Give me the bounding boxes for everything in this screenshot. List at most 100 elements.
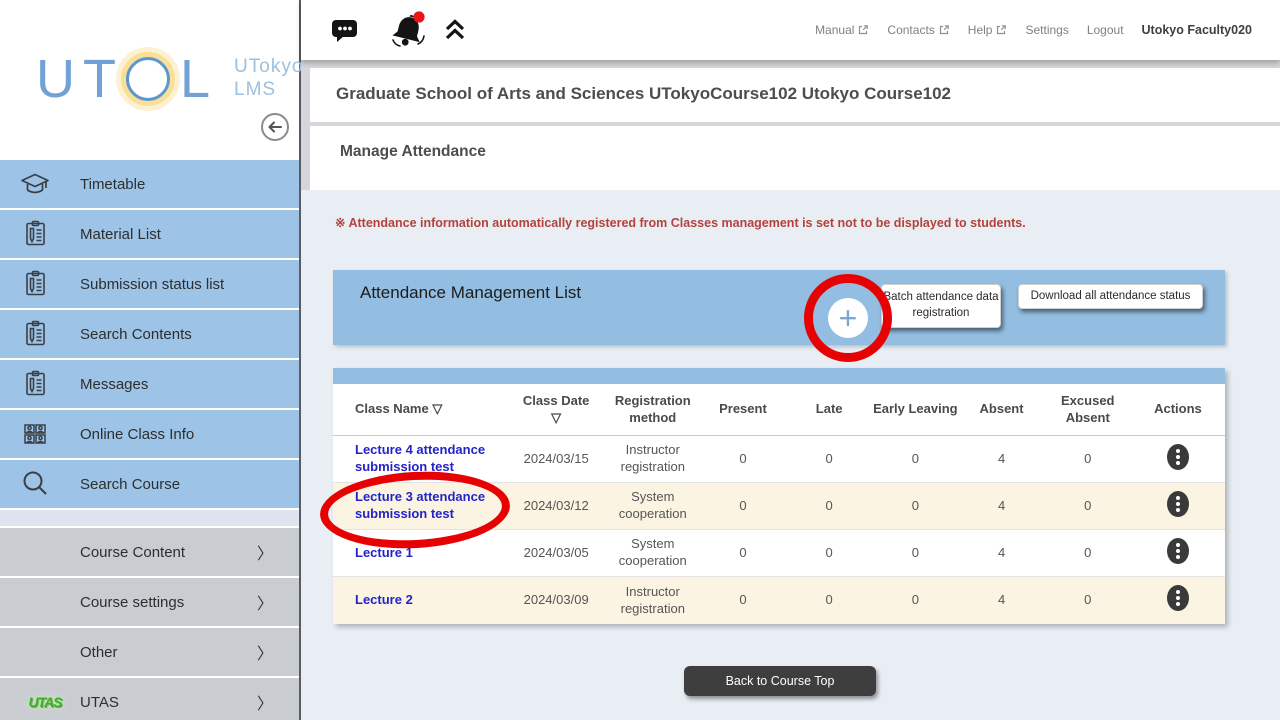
late-cell: 0 bbox=[786, 451, 872, 468]
logo-letter-l: L bbox=[180, 48, 218, 110]
sidebar-item-label: UTAS bbox=[80, 694, 119, 711]
download-attendance-button[interactable]: Download all attendance status bbox=[1018, 284, 1203, 309]
excused-absent-cell: 0 bbox=[1045, 592, 1131, 609]
help-link-label: Help bbox=[968, 23, 993, 37]
logo-letters-ut: UT bbox=[36, 48, 124, 110]
clipboard-icon bbox=[18, 369, 52, 399]
header-registration-method: Registration method bbox=[606, 393, 700, 427]
header-late: Late bbox=[786, 401, 872, 418]
content-area: ※ Attendance information automatically r… bbox=[301, 190, 1280, 720]
registration-method-cell: System cooperation bbox=[606, 489, 700, 523]
chevron-right-icon: 〉 bbox=[257, 640, 273, 664]
chevron-right-icon: 〉 bbox=[257, 590, 273, 614]
attendance-table: Class Name ▽ Class Date ▽ Registration m… bbox=[333, 368, 1225, 624]
add-attendance-button[interactable]: + bbox=[828, 298, 868, 338]
notification-bell-icon[interactable] bbox=[389, 0, 429, 60]
logo-subtitle: UTokyo LMS bbox=[234, 56, 303, 102]
table-row: Lecture 3 attendance submission test 202… bbox=[333, 483, 1225, 530]
excused-absent-cell: 0 bbox=[1045, 451, 1131, 468]
settings-link-label: Settings bbox=[1025, 23, 1068, 37]
logout-link[interactable]: Logout bbox=[1087, 23, 1124, 37]
sidebar-item-messages[interactable]: Messages bbox=[0, 360, 299, 408]
row-actions-menu-button[interactable] bbox=[1166, 537, 1190, 565]
sidebar-collapse-button[interactable] bbox=[260, 112, 290, 142]
present-cell: 0 bbox=[700, 451, 786, 468]
table-row: Lecture 2 2024/03/09 Instructor registra… bbox=[333, 577, 1225, 624]
utas-logo-icon: UTAS bbox=[24, 694, 66, 710]
chat-icon[interactable] bbox=[331, 0, 359, 60]
excused-absent-cell: 0 bbox=[1045, 545, 1131, 562]
sidebar-item-label: Search Course bbox=[80, 476, 180, 493]
manual-link[interactable]: Manual bbox=[815, 23, 869, 37]
excused-absent-cell: 0 bbox=[1045, 498, 1131, 515]
header-class-date[interactable]: Class Date ▽ bbox=[507, 393, 606, 427]
absent-cell: 4 bbox=[958, 498, 1044, 515]
back-to-course-top-button[interactable]: Back to Course Top bbox=[684, 666, 876, 696]
sidebar-item-material-list[interactable]: Material List bbox=[0, 210, 299, 258]
graduation-cap-icon bbox=[18, 170, 52, 198]
sidebar-item-label: Material List bbox=[80, 226, 161, 243]
sidebar-item-course-settings[interactable]: Course settings 〉 bbox=[0, 578, 299, 626]
sidebar-item-utas[interactable]: UTAS UTAS 〉 bbox=[0, 678, 299, 720]
sort-icon[interactable]: ▽ bbox=[507, 410, 606, 427]
row-actions-menu-button[interactable] bbox=[1166, 490, 1190, 518]
collapse-header-icon[interactable] bbox=[443, 0, 467, 60]
search-icon bbox=[18, 469, 52, 499]
batch-attendance-button[interactable]: Batch attendance data registration bbox=[881, 284, 1001, 328]
sidebar-item-label: Search Contents bbox=[80, 326, 192, 343]
registration-method-cell: Instructor registration bbox=[606, 442, 700, 476]
table-row: Lecture 1 2024/03/05 System cooperation … bbox=[333, 530, 1225, 577]
sidebar-item-other[interactable]: Other 〉 bbox=[0, 628, 299, 676]
registration-method-cell: System cooperation bbox=[606, 536, 700, 570]
help-link[interactable]: Help bbox=[968, 23, 1008, 37]
sidebar-item-course-content[interactable]: Course Content 〉 bbox=[0, 528, 299, 576]
class-name-link[interactable]: Lecture 2 bbox=[355, 592, 413, 609]
class-date-cell: 2024/03/15 bbox=[507, 451, 606, 468]
row-actions-menu-button[interactable] bbox=[1166, 443, 1190, 471]
kebab-menu-icon bbox=[1166, 490, 1190, 518]
class-name-link[interactable]: Lecture 4 attendance submission test bbox=[355, 442, 507, 476]
kebab-menu-icon bbox=[1166, 537, 1190, 565]
late-cell: 0 bbox=[786, 592, 872, 609]
sidebar-item-label: Timetable bbox=[80, 176, 145, 193]
username: Utokyo Faculty020 bbox=[1142, 23, 1252, 37]
chevron-right-icon: 〉 bbox=[257, 690, 273, 714]
sidebar-item-label: Online Class Info bbox=[80, 426, 194, 443]
sidebar-secondary-menu: Course Content 〉 Course settings 〉 Other… bbox=[0, 528, 299, 720]
early-leaving-cell: 0 bbox=[872, 451, 958, 468]
header-class-name[interactable]: Class Name ▽ bbox=[333, 401, 507, 418]
manual-link-label: Manual bbox=[815, 23, 854, 37]
header-label: Class Date bbox=[507, 393, 606, 410]
external-link-icon bbox=[857, 24, 869, 36]
external-link-icon bbox=[938, 24, 950, 36]
sidebar-item-online-class-info[interactable]: Online Class Info bbox=[0, 410, 299, 458]
sidebar-item-submission-status[interactable]: Submission status list bbox=[0, 260, 299, 308]
sidebar-item-label: Submission status list bbox=[80, 276, 224, 293]
class-name-link[interactable]: Lecture 3 attendance submission test bbox=[355, 489, 507, 523]
logout-link-label: Logout bbox=[1087, 23, 1124, 37]
logo-o-ring bbox=[126, 57, 170, 101]
early-leaving-cell: 0 bbox=[872, 592, 958, 609]
sort-icon[interactable]: ▽ bbox=[432, 401, 442, 416]
sidebar-item-search-course[interactable]: Search Course bbox=[0, 460, 299, 508]
header-present: Present bbox=[700, 401, 786, 418]
row-actions-menu-button[interactable] bbox=[1166, 584, 1190, 612]
sidebar-item-search-contents[interactable]: Search Contents bbox=[0, 310, 299, 358]
back-arrow-icon bbox=[260, 112, 290, 142]
settings-link[interactable]: Settings bbox=[1025, 23, 1068, 37]
header-actions: Actions bbox=[1131, 401, 1225, 418]
contacts-link[interactable]: Contacts bbox=[887, 23, 949, 37]
table-header-row: Class Name ▽ Class Date ▽ Registration m… bbox=[333, 384, 1225, 436]
class-name-link[interactable]: Lecture 1 bbox=[355, 545, 413, 562]
topnav: Manual Contacts Help Settings Logout Uto… bbox=[815, 0, 1252, 60]
sidebar-menu: Timetable Material List bbox=[0, 160, 299, 508]
logo-area: UT L UTokyo LMS bbox=[0, 0, 299, 160]
header-absent: Absent bbox=[958, 401, 1044, 418]
panel-title: Attendance Management List bbox=[360, 283, 581, 303]
class-date-cell: 2024/03/09 bbox=[507, 592, 606, 609]
kebab-menu-icon bbox=[1166, 584, 1190, 612]
kebab-menu-icon bbox=[1166, 443, 1190, 471]
sidebar-item-timetable[interactable]: Timetable bbox=[0, 160, 299, 208]
sidebar: UT L UTokyo LMS bbox=[0, 0, 301, 720]
class-date-cell: 2024/03/05 bbox=[507, 545, 606, 562]
